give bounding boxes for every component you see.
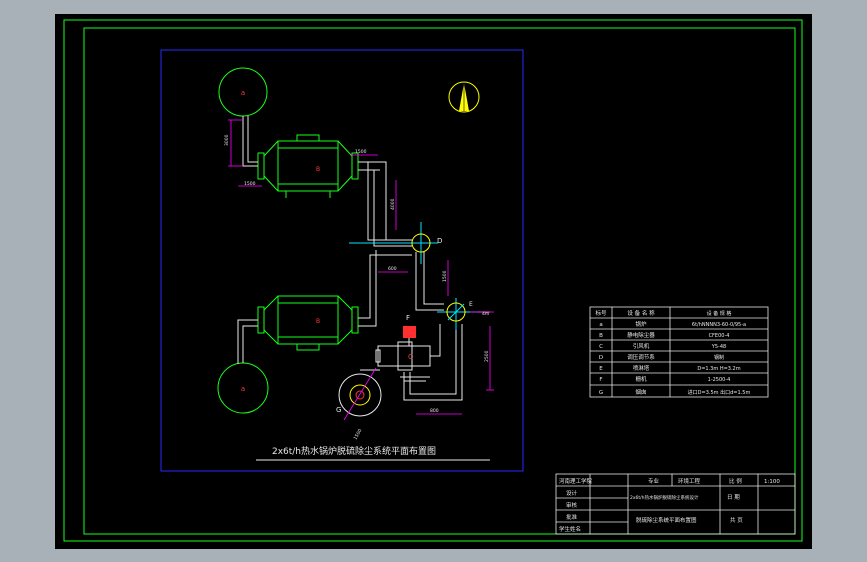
table-cell: 6t/hNNNN3-60-0/95-a [692, 322, 746, 328]
table-header-cell: 标号 [595, 309, 607, 317]
dim-text: 800 [430, 408, 439, 414]
dim-text: 1500 [355, 149, 367, 155]
table-cell: D=1.3m H=3.2m [697, 366, 740, 372]
label-fan-c: C [408, 353, 413, 361]
label-collector-b-bottom: B [316, 318, 320, 325]
table-cell: G [599, 390, 603, 396]
table-cell: C [599, 344, 603, 350]
tb-scale-value: 1:100 [764, 479, 780, 485]
table-cell: a [599, 322, 602, 328]
table-cell: 静电除尘器 [627, 331, 655, 339]
dim-text: 1500 [244, 181, 256, 187]
tb-plan-name: 脱硫除尘系统平面布置图 [636, 516, 697, 524]
tb-school: 河南理工学院 [559, 477, 593, 485]
table-cell: CFE00-4 [709, 333, 730, 339]
label-boiler-a-bottom: a [241, 385, 245, 393]
drawing-title: 2x6t/h热水锅炉脱硫除尘系统平面布置图 [272, 445, 436, 457]
tb-design-label: 设计 [566, 489, 578, 497]
table-cell: 锅炉 [635, 320, 647, 328]
drawing-background [55, 14, 812, 549]
table-cell: D [599, 355, 603, 361]
table-cell: 烟囱 [635, 388, 646, 396]
tb-major-label: 专业 [648, 477, 660, 485]
tb-check-label: 审核 [566, 501, 578, 509]
table-cell: 钢制 [714, 354, 724, 361]
dim-text: 4000 [390, 198, 396, 210]
tb-scale-label: 比 例 [729, 477, 742, 485]
table-header-cell: 设 备 名 称 [627, 309, 655, 317]
table-cell: 调压调节系 [627, 353, 655, 361]
tb-student-label: 学生姓名 [559, 525, 581, 533]
tb-page-label: 共 页 [730, 516, 743, 524]
label-tower-e: E [469, 301, 473, 308]
table-cell: F [599, 377, 602, 383]
dim-text: 3000 [224, 134, 230, 146]
table-cell: 1-2500-4 [708, 377, 731, 383]
table-cell: 进口D=3.5m 出口d=1.5m [688, 389, 751, 396]
label-damper-d: D [437, 237, 442, 245]
table-cell: B [599, 333, 603, 339]
table-cell: E [599, 366, 603, 372]
table-header-cell: 设 备 规 格 [707, 310, 732, 317]
label-collector-b-top: B [316, 166, 320, 173]
dim-text: 4m [482, 311, 489, 317]
tb-approve-label: 批准 [566, 513, 578, 521]
dim-text: 1500 [442, 270, 448, 282]
cad-drawing: a a B B D E F C G 3000 1500 1500 4000 60… [55, 14, 812, 549]
dim-text: 600 [388, 266, 397, 272]
label-pump-f: F [406, 314, 410, 322]
table-cell: 栅机 [635, 375, 647, 383]
table-cell: 引风机 [633, 342, 650, 350]
tb-major-value: 环境工程 [678, 477, 701, 485]
dim-text: 2500 [484, 350, 490, 362]
tb-sheet-label: 日 期 [727, 494, 740, 501]
table-cell: Y5-48 [711, 344, 726, 350]
table-cell: 喷淋塔 [633, 364, 650, 372]
label-boiler-a-top: a [241, 89, 245, 97]
label-chimney-g: G [336, 406, 341, 414]
tb-drawing-name: 2x6t/h热水锅炉脱硫除尘系统设计 [630, 494, 699, 501]
